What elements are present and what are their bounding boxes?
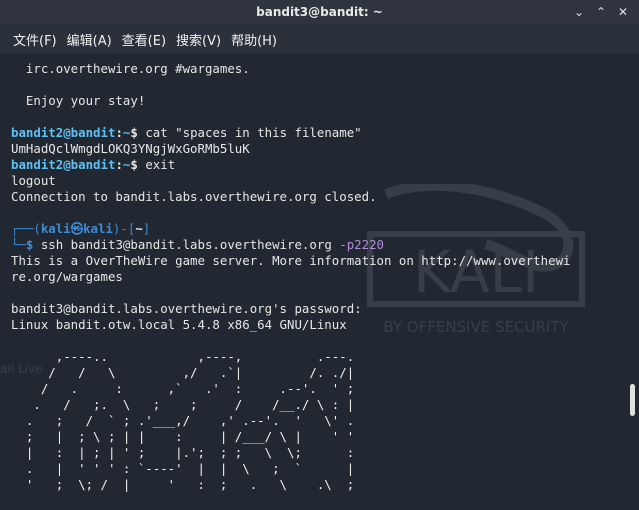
terminal-line: bandit3@bandit.labs.overthewire.org's pa… bbox=[11, 301, 362, 316]
menu-search[interactable]: 搜索(V) bbox=[176, 28, 221, 51]
zsh-host: kali bbox=[83, 221, 113, 236]
prompt-line: bandit2@bandit:~$ exit bbox=[11, 157, 627, 173]
window-title: bandit3@bandit: ~ bbox=[256, 5, 383, 19]
maximize-icon[interactable]: ⌃ bbox=[593, 4, 609, 20]
ascii-art-line: . | ' ' ' : `----' | | \ ; ` | bbox=[11, 461, 355, 476]
prompt-user: bandit2@bandit bbox=[11, 125, 116, 140]
ascii-art-line: . / ;. \ ; ; / /__./ \ : | bbox=[11, 397, 355, 412]
prompt-symbol: $ bbox=[130, 125, 138, 140]
terminal-line: re.org/wargames bbox=[11, 269, 123, 284]
window-controls: ⌄ ⌃ ✕ bbox=[571, 4, 631, 20]
ascii-art-line: / / \ ,/ .`| /. ./| bbox=[11, 365, 355, 380]
zsh-at-symbol: ㉿ bbox=[70, 221, 84, 236]
terminal-output: irc.overthewire.org #wargames. Enjoy you… bbox=[11, 61, 627, 493]
prompt-user: bandit2@bandit bbox=[11, 157, 116, 172]
zsh-prompt-line: ┌──(kali㉿kali)-[~] bbox=[11, 221, 151, 236]
close-icon[interactable]: ✕ bbox=[615, 4, 631, 20]
ascii-art-line: / . : ,` .' : .--'. ' ; bbox=[11, 381, 355, 396]
ascii-art-line: . ; / ` ; .'___,/ ,' .--'. ' \' . bbox=[11, 413, 355, 428]
scrollbar-thumb[interactable] bbox=[630, 384, 635, 416]
terminal-line: Enjoy your stay! bbox=[11, 93, 146, 108]
menu-edit[interactable]: 编辑(A) bbox=[67, 28, 112, 51]
ascii-art-line: | : | ; | ' ; |.'; ; ; \ \; : bbox=[11, 445, 355, 460]
ascii-art-line: ,----.. ,----, .---. bbox=[11, 349, 355, 364]
command-port-arg: -p2220 bbox=[331, 237, 384, 252]
minimize-icon[interactable]: ⌄ bbox=[571, 4, 587, 20]
window-titlebar: bandit3@bandit: ~ ⌄ ⌃ ✕ bbox=[0, 0, 639, 24]
command-text: cat "spaces in this filename" bbox=[145, 125, 362, 140]
menu-file[interactable]: 文件(F) bbox=[13, 28, 57, 51]
prompt-separator: : bbox=[115, 125, 123, 140]
menu-view[interactable]: 查看(E) bbox=[122, 28, 166, 51]
ascii-art-line: ' ; \; / | ' : ; . \ .\ ; bbox=[11, 477, 355, 492]
prompt-symbol: $ bbox=[130, 157, 138, 172]
command-text: ssh bandit3@bandit.labs.overthewire.org bbox=[40, 237, 332, 252]
terminal-line: Linux bandit.otw.local 5.4.8 x86_64 GNU/… bbox=[11, 317, 347, 332]
terminal-scrollbar[interactable] bbox=[629, 54, 637, 510]
terminal-line: logout bbox=[11, 173, 56, 188]
zsh-command-line: └─$ ssh bandit3@bandit.labs.overthewire.… bbox=[11, 237, 384, 252]
ascii-art-line: ; | ; \ ; | | : | /___/ \ | ' ' bbox=[11, 429, 355, 444]
terminal-area[interactable]: KALI BY OFFENSIVE SECURITY ail Live irc.… bbox=[0, 54, 639, 510]
zsh-dir: ~ bbox=[135, 221, 143, 236]
terminal-line: Connection to bandit.labs.overthewire.or… bbox=[11, 189, 377, 204]
menu-help[interactable]: 帮助(H) bbox=[231, 28, 277, 51]
terminal-line: UmHadQclWmgdLOKQ3YNgjWxGoRMb5luK bbox=[11, 141, 250, 156]
menu-bar: 文件(F) 编辑(A) 查看(E) 搜索(V) 帮助(H) bbox=[0, 24, 639, 54]
terminal-line: irc.overthewire.org #wargames. bbox=[11, 61, 250, 76]
terminal-line: This is a OverTheWire game server. More … bbox=[11, 253, 571, 268]
prompt-separator: : bbox=[115, 157, 123, 172]
prompt-line: bandit2@bandit:~$ cat "spaces in this fi… bbox=[11, 125, 627, 141]
command-text: exit bbox=[145, 157, 176, 172]
zsh-user: kali bbox=[40, 221, 71, 236]
